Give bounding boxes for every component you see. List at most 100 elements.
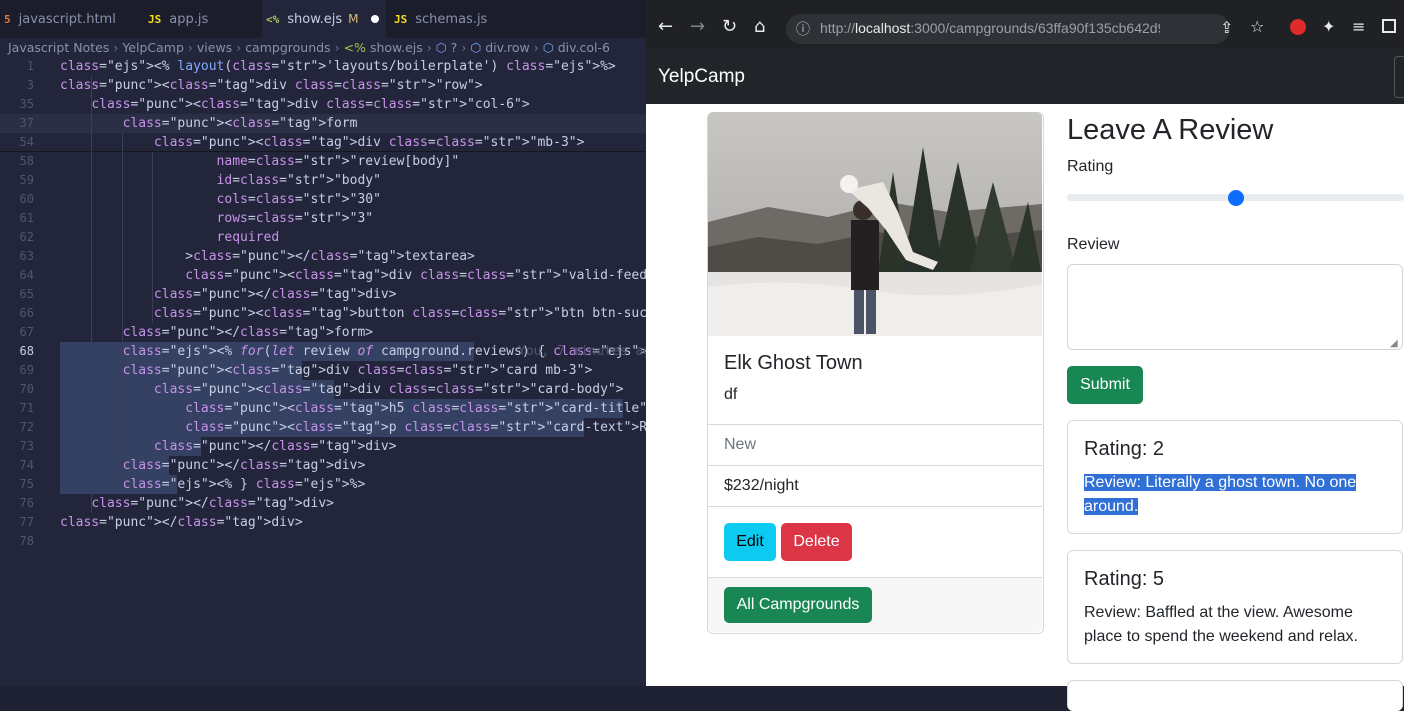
info-icon[interactable]: ⓘ <box>796 19 810 39</box>
sidebar-icon[interactable] <box>1382 19 1396 33</box>
code-line[interactable]: 69 class="punc"><class="tag">div class=c… <box>0 361 646 380</box>
rating-slider-thumb[interactable] <box>1227 190 1244 206</box>
line-number: 67 <box>19 325 34 339</box>
code-text: class="punc"></class="tag">form> <box>122 325 374 340</box>
code-line[interactable]: 67 class="punc"></class="tag">form> <box>0 323 646 342</box>
breadcrumb-item[interactable]: show.ejs <box>370 40 423 55</box>
code-line[interactable]: 65 class="punc"></class="tag">div> <box>0 285 646 304</box>
puzzle-icon[interactable]: ✦ <box>1322 17 1335 36</box>
navbar-toggler-button[interactable] <box>1394 56 1404 98</box>
code-text: class="punc"><class="tag">div class=clas… <box>153 135 585 150</box>
campground-title: Elk Ghost Town <box>724 352 863 374</box>
code-line[interactable]: 72 class="punc"><class="tag">p class=cla… <box>0 418 1258 437</box>
code-text: class="punc"><class="tag">div class=clas… <box>60 78 483 93</box>
edit-button[interactable]: Edit <box>724 523 776 561</box>
submit-button[interactable]: Submit <box>1067 366 1143 404</box>
all-campgrounds-button[interactable]: All Campgrounds <box>724 587 872 623</box>
line-number: 54 <box>19 135 34 149</box>
code-text: rows=class="str">"3" <box>216 211 374 226</box>
html5-icon: 5 <box>4 12 11 26</box>
js-icon: JS <box>148 12 162 26</box>
tab-app-js[interactable]: JS app.js <box>144 0 258 38</box>
ejs-icon: <% <box>343 39 366 55</box>
code-text: class="ejs"><% layout(class="str">'layou… <box>60 59 616 74</box>
tab-show-ejs[interactable]: <% show.ejs M <box>262 0 386 38</box>
back-arrow-icon[interactable]: ← <box>658 16 673 37</box>
code-line[interactable]: 35 class="punc"><class="tag">div class=c… <box>0 95 646 114</box>
line-number: 73 <box>19 439 34 453</box>
code-line[interactable]: 66 class="punc"><class="tag">button clas… <box>0 304 1008 323</box>
editor-tab-bar: 5 javascript.html JS app.js <% show.ejs … <box>0 0 646 38</box>
line-number: 37 <box>19 116 34 130</box>
code-line[interactable]: 1 class="ejs"><% layout(class="str">'layo… <box>0 57 646 76</box>
code-text: class="punc"></class="tag">div> <box>122 458 366 473</box>
chevron-right-icon: › <box>461 39 467 55</box>
breadcrumb-item[interactable]: div.row <box>485 40 530 55</box>
review-card <box>1067 680 1403 711</box>
code-line[interactable]: 37 class="punc"><class="tag">form <box>0 114 646 133</box>
code-text: name=class="str">"review[body]" <box>216 154 460 169</box>
code-line[interactable]: 74 class="punc"></class="tag">div> <box>0 456 646 475</box>
code-line[interactable]: 60 cols=class="str">"30" <box>0 190 646 209</box>
review-body: Review: Baffled at the view. Awesome pla… <box>1084 604 1358 645</box>
code-line[interactable]: 73 class="punc"></class="tag">div> <box>0 437 646 456</box>
chevron-right-icon: › <box>533 39 539 55</box>
line-number: 72 <box>19 420 34 434</box>
line-number: 35 <box>19 97 34 111</box>
code-line[interactable]: 75 class="ejs"><% } class="ejs">%> <box>0 475 646 494</box>
tab-schemas-js[interactable]: JS schemas.js <box>390 0 504 38</box>
code-text: class="punc"><class="tag">div class=clas… <box>122 363 593 378</box>
line-number: 58 <box>19 154 34 168</box>
code-line[interactable]: 76 class="punc"></class="tag">div> <box>0 494 646 513</box>
code-text: class="ejs"><% } class="ejs">%> <box>122 477 366 492</box>
code-line[interactable]: 61 rows=class="str">"3" <box>0 209 646 228</box>
code-line[interactable]: 68 class="ejs"><% for(let review of camp… <box>0 342 663 361</box>
modified-indicator: M <box>348 12 359 26</box>
code-line[interactable]: 3 class="punc"><class="tag">div class=cla… <box>0 76 646 95</box>
url-text[interactable]: http://localhost:3000/campgrounds/63ffa9… <box>820 20 1160 36</box>
site-navbar: YelpCamp <box>646 48 1404 104</box>
share-icon[interactable]: ⇪ <box>1220 18 1233 37</box>
breadcrumb-item[interactable]: Javascript Notes <box>8 40 109 55</box>
tab-label: javascript.html <box>18 11 116 27</box>
line-number: 70 <box>19 382 34 396</box>
star-icon[interactable]: ☆ <box>1250 17 1264 36</box>
breadcrumb-item[interactable]: campgrounds <box>245 40 330 55</box>
delete-button[interactable]: Delete <box>781 523 852 561</box>
code-line[interactable]: 54 class="punc"><class="tag">div class=c… <box>0 133 646 152</box>
reload-icon[interactable]: ↻ <box>722 16 737 37</box>
line-number: 78 <box>19 534 34 548</box>
unsaved-dot-icon[interactable] <box>370 15 379 23</box>
code-line[interactable]: 58 name=class="str">"review[body]" <box>0 152 646 171</box>
forward-arrow-icon[interactable]: → <box>690 16 705 37</box>
cube-icon: ⬡ <box>542 39 554 55</box>
code-line[interactable]: 77 class="punc"></class="tag">div> <box>0 513 646 532</box>
extension-icon[interactable] <box>1290 19 1306 35</box>
code-text: cols=class="str">"30" <box>216 192 381 207</box>
line-number: 63 <box>19 249 34 263</box>
code-line[interactable]: 63 >class="punc"></class="tag">textarea> <box>0 247 646 266</box>
tab-javascript-html[interactable]: 5 javascript.html <box>0 0 138 38</box>
breadcrumb-item[interactable]: YelpCamp <box>122 40 184 55</box>
code-line[interactable]: 71 class="punc"><class="tag">h5 class=cl… <box>0 399 1297 418</box>
campground-image <box>708 112 1042 336</box>
code-line[interactable]: 64 class="punc"><class="tag">div class=c… <box>0 266 1023 285</box>
line-number: 66 <box>19 306 34 320</box>
code-line[interactable]: 59 id=class="str">"body" <box>0 171 646 190</box>
divider <box>708 506 1042 507</box>
code-line[interactable]: 62 required <box>0 228 646 247</box>
chevron-right-icon: › <box>334 39 340 55</box>
line-number: 61 <box>19 211 34 225</box>
breadcrumb-item[interactable]: ? <box>451 40 458 55</box>
site-brand[interactable]: YelpCamp <box>658 66 745 88</box>
code-line[interactable]: 70 class="punc"><class="tag">div class=c… <box>0 380 646 399</box>
review-label: Review <box>1067 236 1120 253</box>
home-icon[interactable]: ⌂ <box>754 16 765 37</box>
code-line[interactable]: 78 <box>0 532 646 551</box>
media-icon[interactable]: ≡ <box>1352 17 1365 36</box>
breadcrumb-item[interactable]: views <box>197 40 232 55</box>
breadcrumb-item[interactable]: div.col-6 <box>558 40 610 55</box>
review-textarea[interactable] <box>1067 264 1403 350</box>
resize-handle-icon[interactable]: ◢ <box>1390 338 1398 349</box>
sticky-scroll-divider <box>0 151 646 152</box>
